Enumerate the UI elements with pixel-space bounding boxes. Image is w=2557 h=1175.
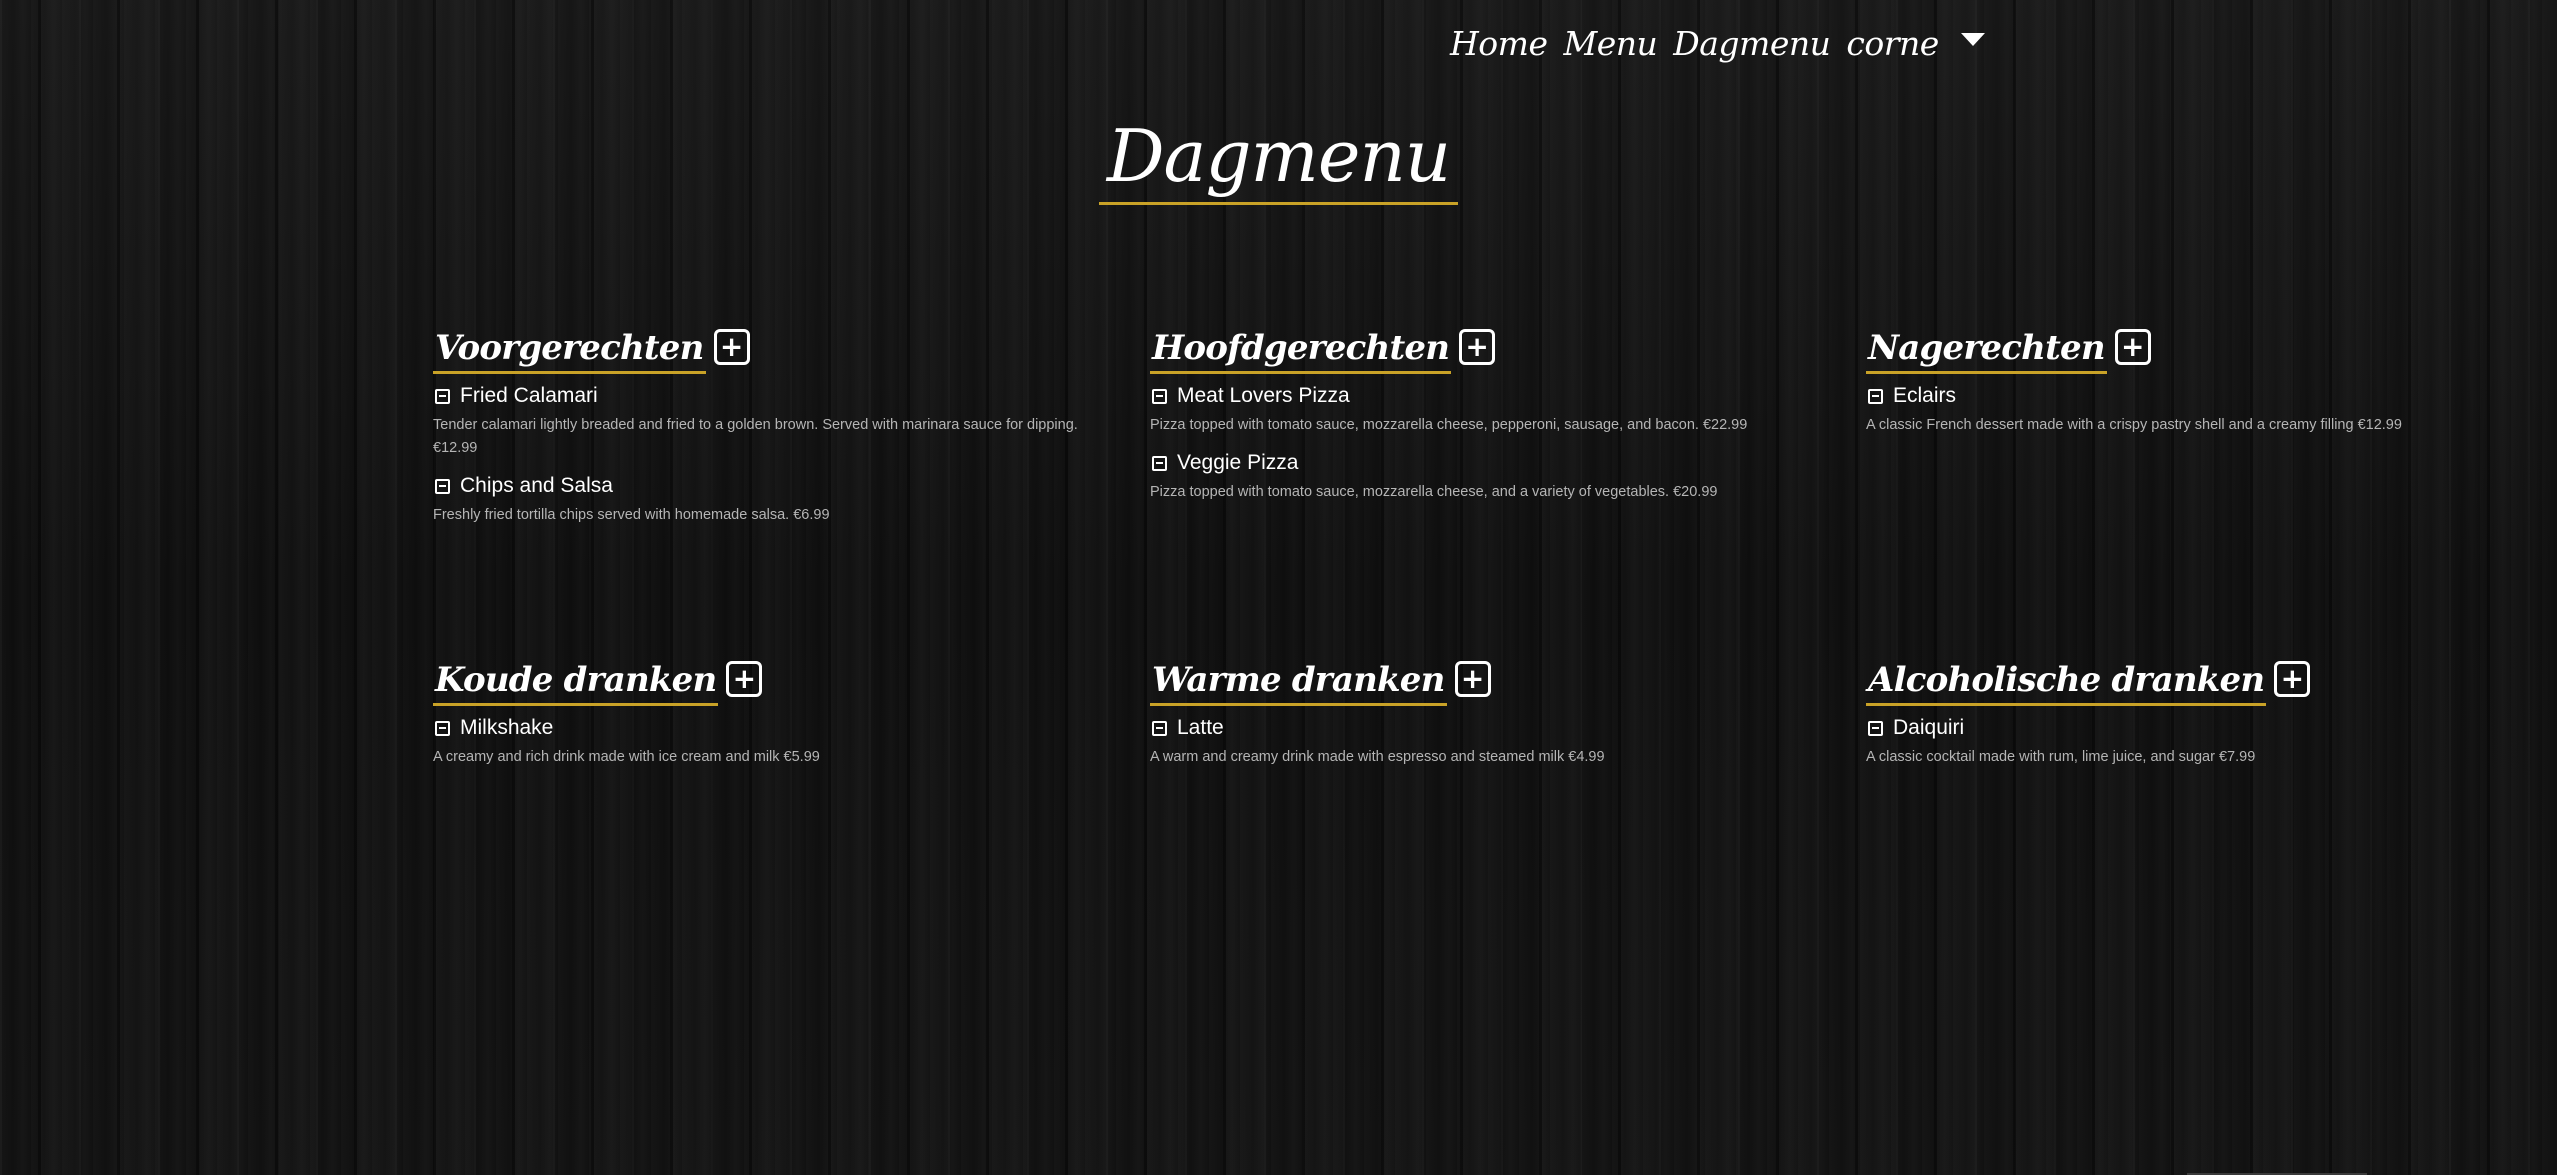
- menu-item-description: A creamy and rich drink made with ice cr…: [433, 749, 820, 766]
- menu-item-header: Latte: [1152, 716, 1830, 740]
- menu-item: Veggie Pizza Pizza topped with tomato sa…: [1150, 451, 1830, 504]
- section-voorgerechten: Voorgerechten + Fried Calamari Tender ca…: [433, 329, 1113, 541]
- section-hoofdgerechten: Hoofdgerechten + Meat Lovers Pizza Pizza…: [1150, 329, 1830, 518]
- add-item-button[interactable]: +: [1454, 661, 1491, 698]
- menu-item: Fried Calamari Tender calamari lightly b…: [433, 384, 1113, 460]
- page-title-container: Dagmenu: [0, 115, 2557, 205]
- menu-item-name: Meat Lovers Pizza: [1177, 384, 1350, 408]
- caret-down-icon[interactable]: [1960, 32, 1985, 46]
- menu-item-name: Daiquiri: [1893, 716, 1965, 740]
- section-title: Voorgerechten: [433, 329, 706, 375]
- menu-item-header: Meat Lovers Pizza: [1152, 384, 1830, 408]
- add-item-button[interactable]: +: [2274, 661, 2311, 698]
- add-item-button[interactable]: +: [1459, 329, 1496, 366]
- section-title: Nagerechten: [1866, 329, 2107, 375]
- menu-item-name: Veggie Pizza: [1177, 451, 1299, 475]
- remove-item-icon[interactable]: [1152, 455, 1167, 471]
- menu-item-name: Latte: [1177, 716, 1224, 740]
- menu-item: Eclairs A classic French dessert made wi…: [1866, 384, 2426, 437]
- remove-item-icon[interactable]: [435, 720, 450, 736]
- add-item-button[interactable]: +: [2114, 329, 2151, 366]
- section-header: Hoofdgerechten +: [1150, 329, 1830, 375]
- section-header: Alcoholische dranken +: [1866, 661, 2426, 707]
- section-header: Warme dranken +: [1150, 661, 1830, 707]
- section-warme-dranken: Warme dranken + Latte A warm and creamy …: [1150, 661, 1830, 783]
- nav-dagmenu-link[interactable]: Dagmenu: [1673, 24, 1831, 63]
- menu-item-description: Pizza topped with tomato sauce, mozzarel…: [1150, 484, 1718, 501]
- section-title: Warme dranken: [1150, 661, 1447, 707]
- section-title: Koude dranken: [433, 661, 719, 707]
- remove-item-icon[interactable]: [1868, 388, 1883, 404]
- menu-item-header: Chips and Salsa: [435, 474, 1113, 498]
- remove-item-icon[interactable]: [435, 478, 450, 494]
- menu-item: Latte A warm and creamy drink made with …: [1150, 716, 1830, 769]
- menu-item-name: Milkshake: [460, 716, 554, 740]
- menu-item: Daiquiri A classic cocktail made with ru…: [1866, 716, 2426, 769]
- section-header: Nagerechten +: [1866, 329, 2426, 375]
- nav-menu-link[interactable]: Menu: [1563, 24, 1657, 63]
- remove-item-icon[interactable]: [435, 388, 450, 404]
- section-nagerechten: Nagerechten + Eclairs A classic French d…: [1866, 329, 2426, 451]
- section-header: Koude dranken +: [433, 661, 1113, 707]
- section-header: Voorgerechten +: [433, 329, 1113, 375]
- add-item-button[interactable]: +: [726, 661, 763, 698]
- menu-item: Chips and Salsa Freshly fried tortilla c…: [433, 474, 1113, 527]
- section-koude-dranken: Koude dranken + Milkshake A creamy and r…: [433, 661, 1113, 783]
- menu-item-description: A classic French dessert made with a cri…: [1866, 417, 2402, 434]
- section-alcoholische-dranken: Alcoholische dranken + Daiquiri A classi…: [1866, 661, 2426, 783]
- menu-item-header: Milkshake: [435, 716, 1113, 740]
- menu-item-description: A warm and creamy drink made with espres…: [1150, 749, 1605, 766]
- remove-item-icon[interactable]: [1152, 720, 1167, 736]
- nav-user-link[interactable]: corne: [1846, 24, 1939, 63]
- section-title: Hoofdgerechten: [1150, 329, 1452, 375]
- menu-item-description: Tender calamari lightly breaded and frie…: [433, 417, 1078, 457]
- menu-item-name: Fried Calamari: [460, 384, 598, 408]
- nav-home-link[interactable]: Home: [1450, 24, 1548, 63]
- menu-item-description: Freshly fried tortilla chips served with…: [433, 507, 830, 524]
- menu-item-header: Veggie Pizza: [1152, 451, 1830, 475]
- section-title: Alcoholische dranken: [1866, 661, 2267, 707]
- menu-item-description: A classic cocktail made with rum, lime j…: [1866, 749, 2256, 766]
- menu-item-header: Fried Calamari: [435, 384, 1113, 408]
- menu-item-description: Pizza topped with tomato sauce, mozzarel…: [1150, 417, 1748, 434]
- menu-item: Milkshake A creamy and rich drink made w…: [433, 716, 1113, 769]
- menu-item-header: Eclairs: [1868, 384, 2426, 408]
- menu-item-name: Eclairs: [1893, 384, 1957, 408]
- main-nav: Home Menu Dagmenu corne: [1450, 18, 1985, 68]
- add-item-button[interactable]: +: [713, 329, 750, 366]
- menu-item-header: Daiquiri: [1868, 716, 2426, 740]
- menu-item-name: Chips and Salsa: [460, 474, 613, 498]
- remove-item-icon[interactable]: [1152, 388, 1167, 404]
- remove-item-icon[interactable]: [1868, 720, 1883, 736]
- page-title: Dagmenu: [1098, 115, 1459, 205]
- menu-item: Meat Lovers Pizza Pizza topped with toma…: [1150, 384, 1830, 437]
